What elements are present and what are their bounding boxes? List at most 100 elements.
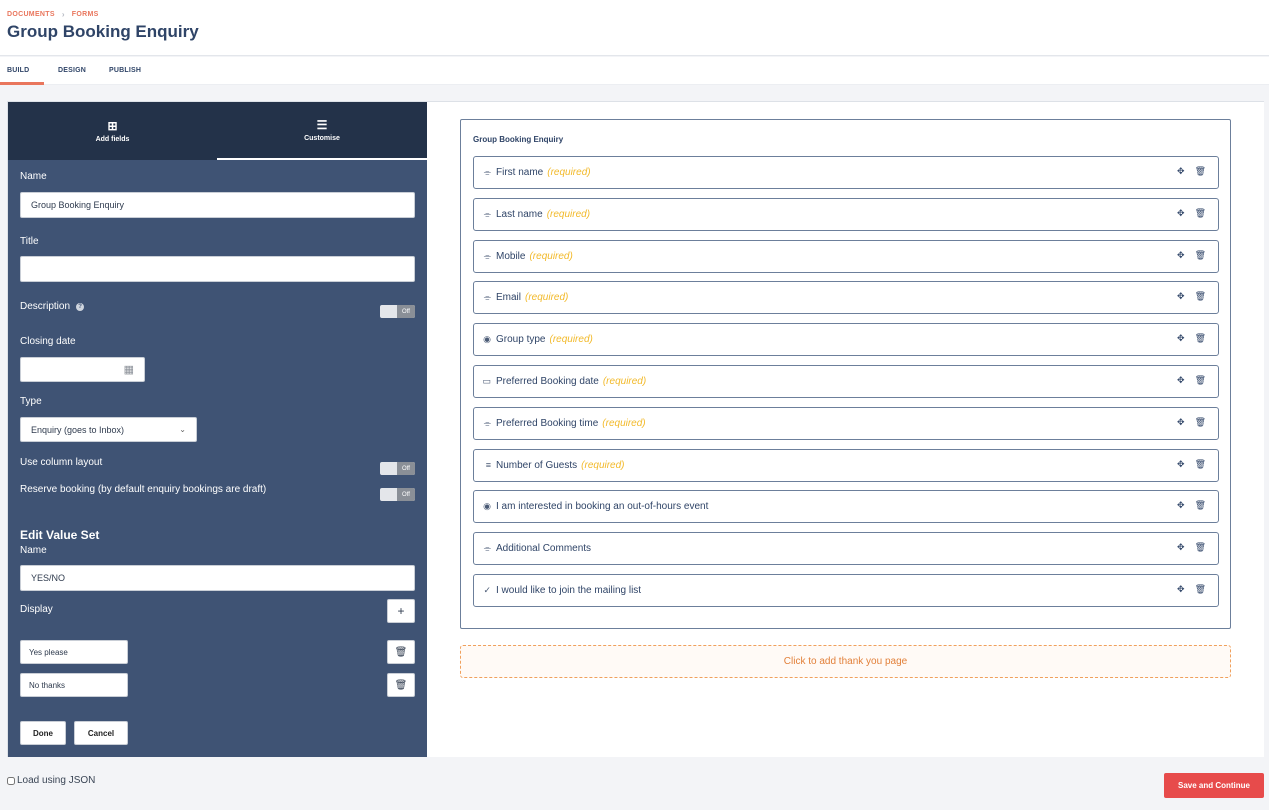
load-json-option[interactable]: Load using JSON [7,775,95,786]
name-input[interactable]: Group Booking Enquiry [20,192,415,218]
description-label: Description [20,301,71,312]
form-field[interactable]: ⌯ Email (required) ✥ 🗑 [473,281,1219,315]
tab-add-fields[interactable]: ⊞ Add fields [8,102,217,160]
text-icon: ⌯ [483,543,491,554]
breadcrumb-documents[interactable]: DOCUMENTS [7,11,55,18]
text-icon: ⌯ [483,250,491,261]
column-layout-label: Use column layout [20,457,103,468]
type-select[interactable]: Enquiry (goes to Inbox) ⌄ [20,417,197,442]
closing-date-label: Closing date [20,336,76,347]
toggle-state: Off [397,462,415,475]
cancel-button[interactable]: Cancel [74,721,128,745]
sort-lines-icon: ☰ [316,117,328,132]
move-icon[interactable]: ✥ [1177,417,1185,428]
form-field[interactable]: ⌯ Mobile (required) ✥ 🗑 [473,239,1219,273]
required-tag: (required) [602,376,647,387]
delete-option-button[interactable]: 🗑 [387,673,415,697]
check-icon: ✓ [483,585,491,595]
form-field[interactable]: ⌯ Additional Comments ✥ 🗑 [473,532,1219,566]
builder: ⊞ Add fields ☰ Customise Name Group Book… [7,101,1264,757]
tab-publish[interactable]: PUBLISH [109,67,141,74]
trash-icon[interactable]: 🗑 [1195,375,1206,386]
tab-customise-label: Customise [304,134,340,142]
trash-icon[interactable]: 🗑 [1195,208,1206,219]
header: DOCUMENTS › FORMS Group Booking Enquiry [0,0,1269,56]
option-input[interactable]: No thanks [20,673,128,697]
list-icon: ≡ [485,460,491,471]
form-field[interactable]: ✓ I would like to join the mailing list ✥ 🗑 [473,574,1219,607]
closing-date-input[interactable]: ▦ [20,357,145,382]
trash-icon[interactable]: 🗑 [1195,291,1206,302]
add-option-button[interactable]: + [387,599,415,623]
form-field[interactable]: ◉ Group type (required) ✥ 🗑 [473,323,1219,357]
field-label: First name [496,167,544,178]
move-icon[interactable]: ✥ [1177,584,1185,595]
move-icon[interactable]: ✥ [1177,459,1185,470]
load-json-checkbox[interactable] [7,776,15,785]
form-field[interactable]: ⌯ Last name (required) ✥ 🗑 [473,197,1219,231]
field-actions: ✥ 🗑 [1177,500,1206,511]
required-tag: (required) [581,459,625,471]
trash-icon[interactable]: 🗑 [1195,333,1206,344]
trash-icon[interactable]: 🗑 [1195,250,1206,261]
move-icon[interactable]: ✥ [1177,166,1185,177]
calendar-icon[interactable]: ▦ [124,363,134,376]
field-label: Mobile [496,250,526,262]
field-label: Email [496,292,522,304]
load-json-label: Load using JSON [17,775,96,786]
settings-panel: ⊞ Add fields ☰ Customise Name Group Book… [8,102,427,757]
trash-icon[interactable]: 🗑 [1195,584,1206,595]
trash-icon[interactable]: 🗑 [1195,542,1206,553]
move-icon[interactable]: ✥ [1177,500,1185,511]
trash-icon[interactable]: 🗑 [1195,417,1206,428]
form-field[interactable]: ⌯ Preferred Booking time (required) ✥ 🗑 [473,406,1219,440]
description-row: Description ? [20,301,85,312]
move-icon[interactable]: ✥ [1177,250,1185,261]
field-actions: ✥ 🗑 [1177,584,1206,595]
done-button[interactable]: Done [20,721,66,745]
form-field[interactable]: ▭ Preferred Booking date (required) ✥ 🗑 [473,365,1219,398]
required-tag: (required) [549,334,593,346]
option-input[interactable]: Yes please [20,640,128,664]
reserve-booking-toggle[interactable]: Off [380,488,415,501]
form-field[interactable]: ◉ I am interested in booking an out-of-ho… [473,490,1219,524]
active-tab-indicator [0,82,44,85]
title-label: Title [20,236,39,247]
page-title: Group Booking Enquiry [7,22,199,41]
trash-icon[interactable]: 🗑 [1195,459,1206,470]
type-label: Type [20,396,42,407]
column-layout-toggle[interactable]: Off [380,462,415,475]
move-icon[interactable]: ✥ [1177,291,1185,302]
value-set-name-label: Name [20,545,47,556]
field-actions: ✥ 🗑 [1177,250,1206,261]
required-tag: (required) [547,167,591,178]
save-and-continue-button[interactable]: Save and Continue [1164,773,1264,798]
description-toggle[interactable]: Off [380,305,415,318]
add-thank-you-page[interactable]: Click to add thank you page [460,645,1231,678]
display-label: Display [20,604,53,615]
field-actions: ✥ 🗑 [1177,417,1206,428]
form-field[interactable]: ⌯ First name (required) ✥ 🗑 [473,156,1219,189]
tab-build[interactable]: BUILD [7,67,29,74]
tab-design[interactable]: DESIGN [58,67,86,74]
move-icon[interactable]: ✥ [1177,542,1185,553]
value-set-name-input[interactable]: YES/NO [20,565,415,591]
title-input[interactable] [20,256,415,282]
form-field[interactable]: ≡ Number of Guests (required) ✥ 🗑 [473,448,1219,482]
chevron-right-icon: › [61,10,65,19]
move-icon[interactable]: ✥ [1177,333,1185,344]
name-label: Name [20,171,47,182]
field-label: Additional Comments [496,543,592,555]
move-icon[interactable]: ✥ [1177,208,1185,219]
trash-icon[interactable]: 🗑 [1195,166,1206,177]
move-icon[interactable]: ✥ [1177,375,1185,386]
field-actions: ✥ 🗑 [1177,166,1206,177]
breadcrumb-forms[interactable]: FORMS [72,11,99,18]
field-actions: ✥ 🗑 [1177,291,1206,302]
delete-option-button[interactable]: 🗑 [387,640,415,664]
trash-icon[interactable]: 🗑 [1195,500,1206,511]
field-label: Preferred Booking time [496,417,599,429]
help-icon[interactable]: ? [76,302,85,311]
tab-customise[interactable]: ☰ Customise [217,102,427,160]
required-tag: (required) [602,417,646,429]
